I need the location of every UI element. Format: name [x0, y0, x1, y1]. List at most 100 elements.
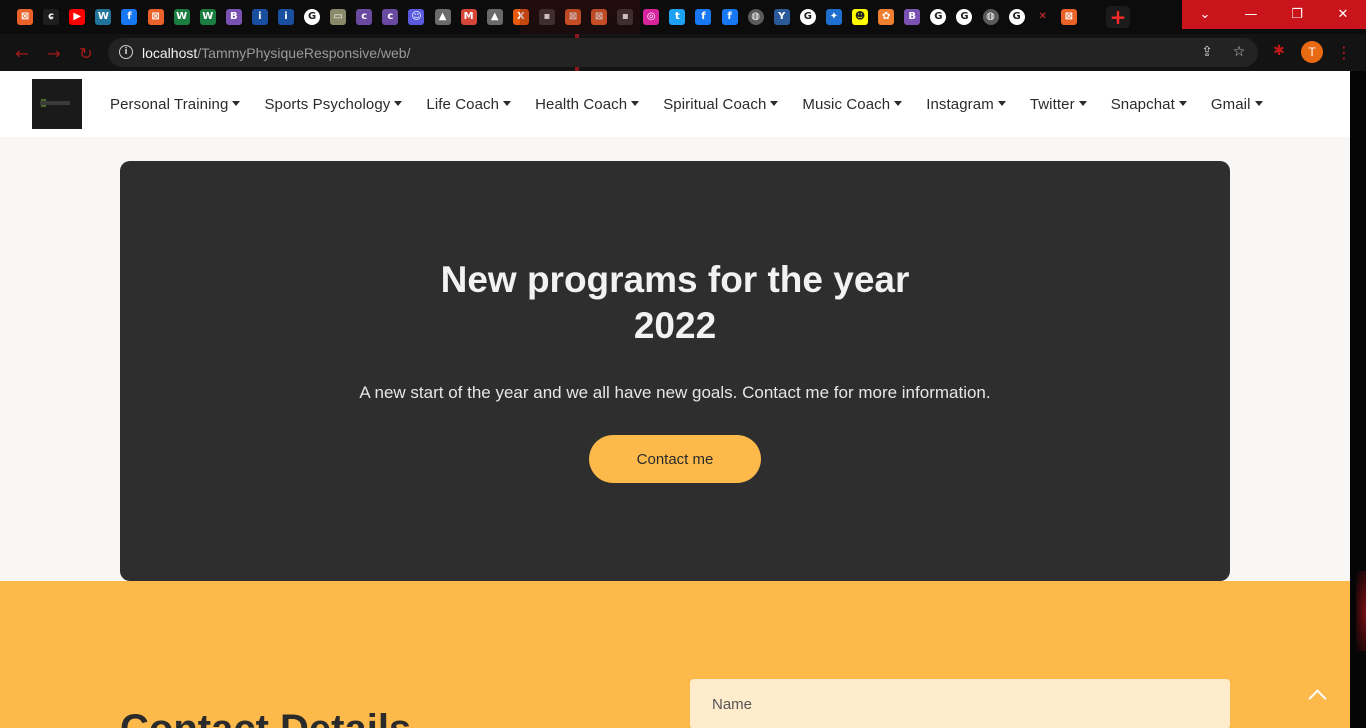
site-navbar: Personal Training Sports Psychology Life C…	[0, 71, 1350, 137]
browser-tab[interactable]: ✕	[1030, 7, 1056, 27]
nav-item-gmail[interactable]: Gmail	[1199, 96, 1275, 113]
browser-tab[interactable]: B	[221, 7, 247, 27]
caret-down-icon	[1254, 100, 1263, 106]
browser-tab[interactable]: ⊠	[142, 7, 168, 27]
scroll-to-top-icon[interactable]	[1304, 682, 1330, 708]
forward-icon[interactable]: →	[44, 43, 64, 63]
xampp-favicon-icon: ⊠	[147, 9, 164, 25]
site-logo[interactable]	[32, 79, 82, 129]
nav-item-health-coach[interactable]: Health Coach	[523, 96, 651, 113]
bootstrap-favicon-icon: B	[904, 9, 921, 25]
browser-tab[interactable]: ⊠	[1056, 7, 1082, 27]
coloris-favicon-icon: c	[382, 9, 399, 25]
google-favicon-icon: G	[930, 9, 947, 25]
nav-item-snapchat[interactable]: Snapchat	[1099, 96, 1199, 113]
nav-item-music-coach[interactable]: Music Coach	[790, 96, 914, 113]
caret-down-icon	[503, 100, 512, 106]
browser-tab[interactable]: f	[116, 7, 142, 27]
browser-tab[interactable]: W	[195, 7, 221, 27]
browser-tab[interactable]: c	[351, 7, 377, 27]
site-info-icon[interactable]: i	[119, 45, 133, 59]
browser-tab[interactable]: ▪	[534, 7, 560, 27]
browser-tab[interactable]: ✦	[821, 7, 847, 27]
browser-tab[interactable]: ✿	[873, 7, 899, 27]
google-favicon-icon: G	[304, 9, 321, 25]
browser-tab[interactable]: Y	[769, 7, 795, 27]
browser-tab[interactable]: t	[664, 7, 690, 27]
extension-puzzle-icon[interactable]: ✱	[1271, 43, 1287, 59]
address-bar[interactable]: i localhost/TammyPhysiqueResponsive/web/…	[108, 38, 1258, 67]
caret-down-icon	[1178, 100, 1187, 106]
browser-tab[interactable]: G	[951, 7, 977, 27]
browser-tab[interactable]: i	[273, 7, 299, 27]
xampp-favicon-icon: ⊠	[17, 9, 34, 25]
browser-tab[interactable]: ɕ	[38, 7, 64, 27]
browser-tab[interactable]: f	[717, 7, 743, 27]
share-icon[interactable]: ⇪	[1198, 43, 1216, 61]
browser-tab[interactable]: W	[169, 7, 195, 27]
nav-item-life-coach[interactable]: Life Coach	[414, 96, 523, 113]
browser-toolbar: ← → ↻ i localhost/TammyPhysiqueResponsiv…	[0, 34, 1366, 71]
browser-tab[interactable]: ▶	[64, 7, 90, 27]
browser-tab[interactable]: ⊠	[560, 7, 586, 27]
facebook-favicon-icon: f	[695, 9, 712, 25]
nav-item-twitter[interactable]: Twitter	[1018, 96, 1099, 113]
browser-tab[interactable]: M	[456, 7, 482, 27]
minimize-icon[interactable]: —	[1228, 0, 1274, 29]
chat-favicon-icon: ☺	[408, 9, 425, 25]
bookmark-star-icon[interactable]: ☆	[1230, 43, 1248, 61]
close-window-icon[interactable]: ✕	[1320, 0, 1366, 29]
nav-item-instagram[interactable]: Instagram	[914, 96, 1018, 113]
nav-item-spiritual-coach[interactable]: Spiritual Coach	[651, 96, 790, 113]
browser-tab[interactable]: ☺	[403, 7, 429, 27]
nav-item-label: Spiritual Coach	[663, 95, 767, 113]
browser-tab[interactable]: G	[1004, 7, 1030, 27]
nav-item-sports-psychology[interactable]: Sports Psychology	[252, 96, 414, 113]
close-tab-icon: ✕	[1038, 11, 1047, 22]
browser-tab[interactable]: ⊠	[586, 7, 612, 27]
name-input[interactable]	[690, 679, 1230, 728]
url-text[interactable]: localhost/TammyPhysiqueResponsive/web/	[142, 45, 410, 61]
browser-tab[interactable]: ⊠	[12, 7, 38, 27]
hero-title-line: New programs for the year	[440, 259, 910, 300]
browser-menu-icon[interactable]: ⋮	[1336, 42, 1352, 62]
browser-tab[interactable]: G	[925, 7, 951, 27]
contact-me-button[interactable]: Contact me	[589, 435, 761, 483]
restore-icon[interactable]: ❐	[1274, 0, 1320, 29]
reload-icon[interactable]: ↻	[76, 43, 96, 63]
browser-tab[interactable]: W	[90, 7, 116, 27]
facebook-favicon-icon: f	[121, 9, 138, 25]
profile-avatar[interactable]: T	[1301, 41, 1323, 63]
browser-tab[interactable]: ☻	[847, 7, 873, 27]
gmail-favicon-icon: M	[460, 9, 477, 25]
browser-tab[interactable]: ◍	[977, 7, 1003, 27]
tab-search-dropdown-icon[interactable]: ⌄	[1182, 0, 1228, 29]
twitter-favicon-icon: t	[669, 9, 686, 25]
globe-favicon-icon: ◍	[747, 9, 764, 25]
browser-tab[interactable]: c	[377, 7, 403, 27]
browser-tab[interactable]: ◍	[743, 7, 769, 27]
back-icon[interactable]: ←	[12, 43, 32, 63]
browser-tab[interactable]: B	[899, 7, 925, 27]
xampp-favicon-icon: ⊠	[1060, 9, 1077, 25]
hero-card: New programs for the year 2022 A new sta…	[120, 161, 1230, 581]
caret-down-icon	[894, 100, 903, 106]
browser-tab[interactable]: G	[795, 7, 821, 27]
browser-tab[interactable]: ▲	[430, 7, 456, 27]
browser-tab[interactable]: i	[247, 7, 273, 27]
xampp-favicon-icon: ⊠	[591, 9, 608, 25]
browser-tab[interactable]: X	[508, 7, 534, 27]
new-tab-button[interactable]: +	[1106, 5, 1130, 29]
nav-item-label: Life Coach	[426, 95, 500, 113]
coloris-favicon-icon: c	[356, 9, 373, 25]
page-scrollbar[interactable]	[1350, 71, 1366, 728]
w-favicon-icon: W	[199, 9, 216, 25]
browser-tab[interactable]: G	[299, 7, 325, 27]
browser-tab[interactable]: ▲	[482, 7, 508, 27]
url-path: /TammyPhysiqueResponsive/web/	[197, 45, 411, 61]
nav-item-personal-training[interactable]: Personal Training	[98, 96, 252, 113]
browser-tab[interactable]: ▪	[612, 7, 638, 27]
browser-tab[interactable]: ▭	[325, 7, 351, 27]
browser-tab[interactable]: ◎	[638, 7, 664, 27]
browser-tab[interactable]: f	[690, 7, 716, 27]
